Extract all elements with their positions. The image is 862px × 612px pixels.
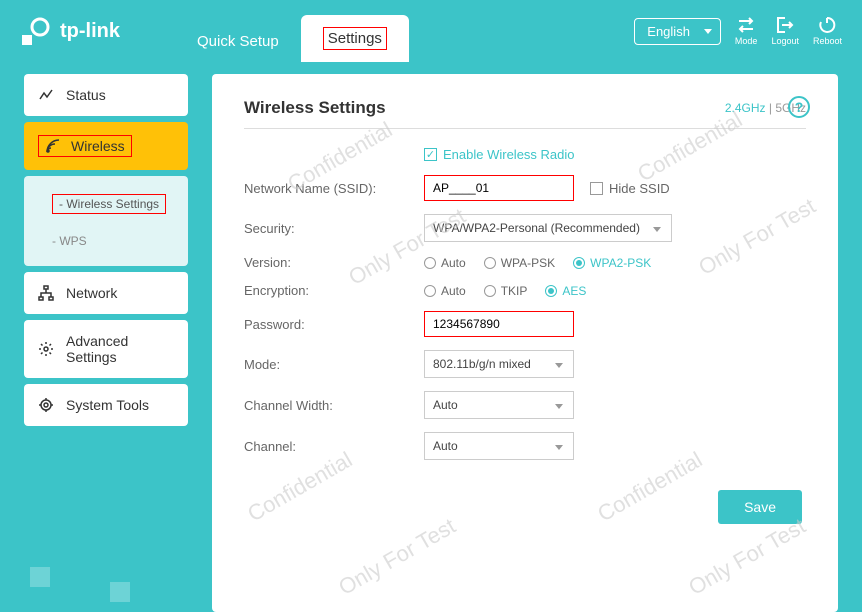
- ssid-input[interactable]: [424, 175, 574, 201]
- version-wpapsk-radio[interactable]: WPA-PSK: [484, 256, 555, 270]
- wireless-icon: [45, 138, 61, 154]
- password-label: Password:: [244, 317, 424, 332]
- top-tabs: Quick Setup Settings: [175, 0, 409, 62]
- tab-quick-setup[interactable]: Quick Setup: [175, 21, 301, 62]
- language-select[interactable]: English: [634, 18, 721, 45]
- encryption-label: Encryption:: [244, 283, 424, 298]
- save-button[interactable]: Save: [718, 490, 802, 524]
- tplink-logo-icon: [20, 15, 52, 47]
- channel-width-select[interactable]: Auto: [424, 391, 574, 419]
- logout-button[interactable]: Logout: [771, 16, 799, 46]
- encryption-tkip-radio[interactable]: TKIP: [484, 284, 528, 298]
- channel-label: Channel:: [244, 439, 424, 454]
- footer-decoration: [0, 567, 130, 612]
- hide-ssid-checkbox[interactable]: [590, 182, 603, 195]
- sidebar-item-system-tools[interactable]: System Tools: [24, 384, 188, 426]
- header-right: English Mode Logout Reboot: [634, 16, 842, 46]
- wireless-subnav: - Wireless Settings - WPS: [24, 176, 188, 266]
- password-input[interactable]: [424, 311, 574, 337]
- watermark: Only For Test: [684, 513, 810, 601]
- encryption-aes-radio[interactable]: AES: [545, 284, 586, 298]
- enable-wireless-checkbox[interactable]: [424, 148, 437, 161]
- brand-logo: tp-link: [20, 15, 120, 47]
- channel-width-label: Channel Width:: [244, 398, 424, 413]
- sidebar: Status Wireless - Wireless Settings - WP…: [0, 62, 200, 612]
- mode-button[interactable]: Mode: [735, 16, 758, 46]
- logout-icon: [775, 16, 795, 34]
- mode-label: Mode:: [244, 357, 424, 372]
- subnav-wps[interactable]: - WPS: [24, 224, 188, 258]
- mode-select[interactable]: 802.11b/g/n mixed: [424, 350, 574, 378]
- channel-select[interactable]: Auto: [424, 432, 574, 460]
- help-icon[interactable]: ?: [788, 96, 810, 118]
- enable-wireless-label: Enable Wireless Radio: [443, 147, 575, 162]
- wireless-form: Enable Wireless Radio Network Name (SSID…: [244, 147, 806, 460]
- page-header: Wireless Settings 2.4GHz | 5GHz: [244, 98, 806, 129]
- version-label: Version:: [244, 255, 424, 270]
- main-layout: Status Wireless - Wireless Settings - WP…: [0, 62, 862, 612]
- version-auto-radio[interactable]: Auto: [424, 256, 466, 270]
- header: tp-link Quick Setup Settings English Mod…: [0, 0, 862, 62]
- encryption-auto-radio[interactable]: Auto: [424, 284, 466, 298]
- mode-icon: [736, 16, 756, 34]
- sidebar-item-wireless[interactable]: Wireless: [24, 122, 188, 170]
- network-icon: [38, 285, 54, 301]
- version-wpa2psk-radio[interactable]: WPA2-PSK: [573, 256, 651, 270]
- ssid-label: Network Name (SSID):: [244, 181, 424, 196]
- page-title: Wireless Settings: [244, 98, 386, 118]
- subnav-wireless-settings[interactable]: - Wireless Settings: [24, 184, 188, 224]
- sidebar-item-advanced[interactable]: Advanced Settings: [24, 320, 188, 378]
- security-label: Security:: [244, 221, 424, 236]
- band-24ghz[interactable]: 2.4GHz: [725, 101, 766, 115]
- sidebar-item-status[interactable]: Status: [24, 74, 188, 116]
- tab-settings[interactable]: Settings: [301, 15, 409, 62]
- watermark: Only For Test: [334, 513, 460, 601]
- status-icon: [38, 87, 54, 103]
- security-select[interactable]: WPA/WPA2-Personal (Recommended): [424, 214, 672, 242]
- content-panel: ? Wireless Settings 2.4GHz | 5GHz Enable…: [212, 74, 838, 612]
- hide-ssid-label: Hide SSID: [609, 181, 670, 196]
- tab-settings-label: Settings: [323, 27, 387, 50]
- system-tools-icon: [38, 397, 54, 413]
- brand-text: tp-link: [60, 20, 120, 43]
- reboot-button[interactable]: Reboot: [813, 16, 842, 46]
- sidebar-item-network[interactable]: Network: [24, 272, 188, 314]
- reboot-icon: [817, 16, 837, 34]
- advanced-icon: [38, 341, 54, 357]
